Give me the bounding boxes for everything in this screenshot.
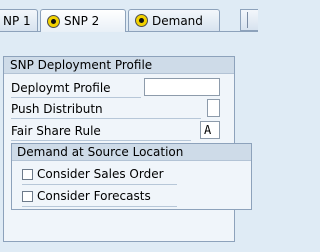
fair-share-rule-input[interactable]: A [200,121,220,139]
tab-snp-1[interactable]: NP 1 [0,9,38,31]
radio-selected-icon [135,14,148,27]
row-divider [11,97,141,98]
fair-share-rule-label: Fair Share Rule [11,124,101,138]
demand-at-source-location-group: Demand at Source Location Consider Sales… [11,143,252,210]
consider-sales-order-checkbox[interactable] [22,168,33,180]
row-divider [22,184,177,185]
consider-forecasts-checkbox[interactable] [22,190,33,202]
tab-snp-2[interactable]: SNP 2 [40,9,126,32]
tab-demand[interactable]: Demand [128,9,220,31]
tab-label: SNP 2 [64,14,100,28]
row-divider [11,140,191,141]
row-divider [11,118,201,119]
push-distributn-label: Push Distributn [11,102,103,116]
deploymt-profile-input[interactable] [144,78,220,96]
tab-scroll-button[interactable] [240,9,258,31]
consider-forecasts-label: Consider Forecasts [37,189,151,203]
radio-selected-icon [47,14,60,28]
subgroup-title: Demand at Source Location [12,144,251,161]
tab-label: NP 1 [3,13,31,28]
consider-sales-order-label: Consider Sales Order [37,167,164,181]
deploymt-profile-label: Deploymt Profile [11,81,111,95]
consider-sales-order-option[interactable]: Consider Sales Order [22,165,164,183]
group-title: SNP Deployment Profile [4,57,234,74]
tab-bar: NP 1 SNP 2 Demand [0,0,258,33]
tab-label: Demand [152,13,203,28]
push-distributn-input[interactable] [207,99,220,117]
row-divider [22,206,177,207]
tab-divider [0,31,258,32]
consider-forecasts-option[interactable]: Consider Forecasts [22,187,151,205]
